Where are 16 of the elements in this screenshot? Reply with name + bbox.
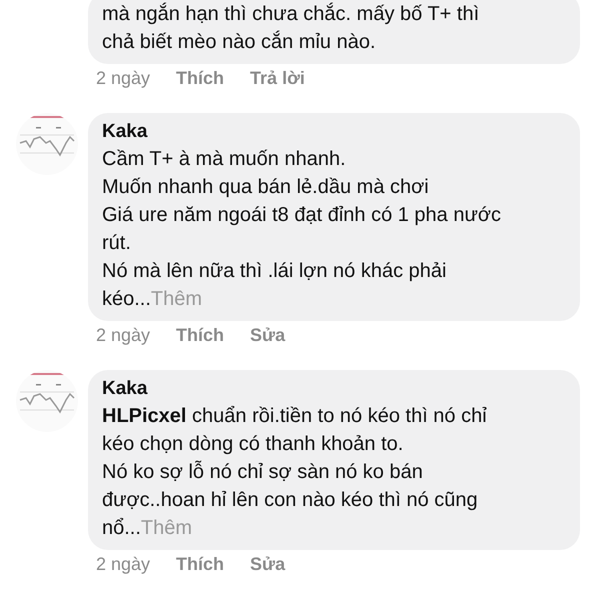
action-button[interactable]: Sửa (250, 325, 286, 346)
like-button[interactable]: Thích (176, 68, 224, 89)
timestamp: 2 ngày (96, 325, 150, 346)
action-button[interactable]: Sửa (250, 554, 286, 575)
like-button[interactable]: Thích (176, 554, 224, 575)
comment-text: HLPicxel chuẩn rồi.tiền to nó kéo thì nó chỉ kéo chọn dòng có thanh khoản to. Nó ko sợ lỗ nó chỉ sợ sàn nó ko bán được..hoan hỉ lên con nào kéo thì nó cũng nổ...Thêm (102, 404, 488, 541)
comment-text: Cầm T+ à mà muốn nhanh. Muốn nhanh qua bán lẻ.dầu mà chơi Giá ure năm ngoái t8 đạt đỉnh có 1 pha nước rút. Nó mà lên nữa thì .lái lợn nó khác phải kéo...Thêm (102, 147, 502, 312)
like-button[interactable]: Thích (176, 325, 224, 346)
author-name: Kaka (102, 378, 148, 400)
author-name: Kaka (102, 121, 148, 143)
comment-text: mà ngắn hạn thì chưa chắc. mấy bố T+ thì chả biết mèo nào cắn mỉu nào. (102, 2, 480, 55)
action-button[interactable]: Trả lời (250, 68, 305, 89)
timestamp: 2 ngày (96, 68, 150, 89)
see-more-link[interactable]: Thêm (140, 517, 192, 539)
see-more-link[interactable]: Thêm (150, 288, 202, 310)
timestamp: 2 ngày (96, 554, 150, 575)
